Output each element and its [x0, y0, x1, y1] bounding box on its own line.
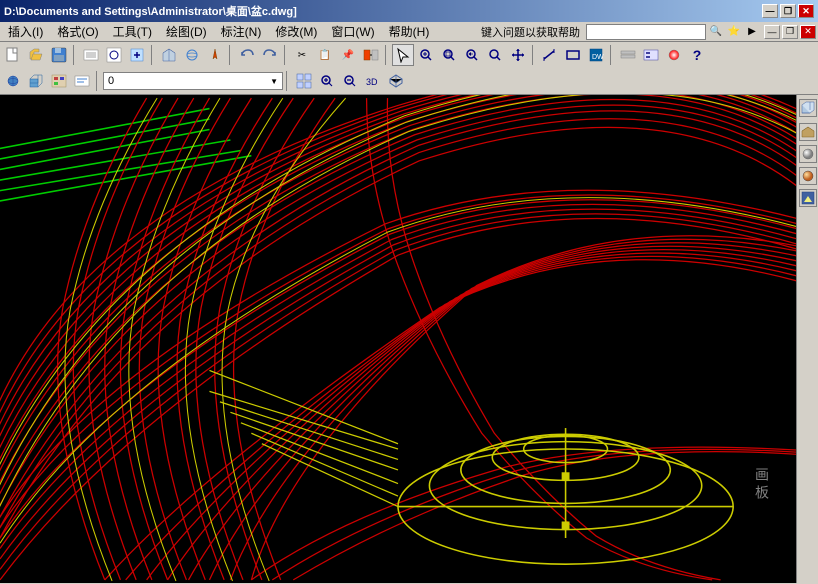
menu-restore-button[interactable]: ❐ [782, 25, 798, 39]
cad-drawing [0, 95, 796, 583]
zoom-previous[interactable] [461, 44, 483, 66]
color-button[interactable] [663, 44, 685, 66]
publish-button[interactable] [126, 44, 148, 66]
orbit-button[interactable] [181, 44, 203, 66]
search-nav-button[interactable]: ▶ [744, 24, 760, 40]
zoom-realtime[interactable] [415, 44, 437, 66]
menu-insert[interactable]: 插入(I) [2, 22, 49, 41]
menu-window[interactable]: 窗口(W) [325, 22, 380, 41]
view-shade-button[interactable] [799, 145, 817, 163]
save-button[interactable] [48, 44, 70, 66]
menu-help[interactable]: 帮助(H) [383, 22, 436, 41]
separator-7 [610, 45, 614, 65]
menu-bar: 插入(I) 格式(O) 工具(T) 绘图(D) 标注(N) 修改(M) 窗口(W… [0, 22, 818, 42]
3dview-top[interactable]: 3D [362, 70, 384, 92]
menu-tools[interactable]: 工具(T) [107, 22, 158, 41]
menu-min-button[interactable]: — [764, 25, 780, 39]
search-fav-button[interactable]: ⭐ [726, 24, 742, 40]
nav-button[interactable] [204, 44, 226, 66]
svg-text:DW: DW [592, 54, 604, 61]
cad-canvas[interactable]: 画板 [0, 95, 796, 583]
restore-button[interactable]: ❐ [780, 4, 796, 18]
block-button[interactable] [25, 70, 47, 92]
area-button[interactable] [562, 44, 584, 66]
separator-2 [151, 45, 155, 65]
zoom-extent[interactable] [484, 44, 506, 66]
cut-button[interactable]: ✂ [291, 44, 313, 66]
title-bar: D:\Documents and Settings\Administrator\… [0, 0, 818, 22]
view-material-button[interactable] [799, 167, 817, 185]
plot-button[interactable] [80, 44, 102, 66]
dwf-button[interactable]: DW [585, 44, 607, 66]
toolbar-row-2: 0 ▼ 3D [0, 68, 818, 94]
view-render-button[interactable] [799, 189, 817, 207]
matchprop-button[interactable] [360, 44, 382, 66]
separator-4 [284, 45, 288, 65]
search-hint: 键入问题以获取帮助 [481, 24, 584, 40]
zoom-window[interactable] [438, 44, 460, 66]
menu-draw[interactable]: 绘图(D) [160, 22, 213, 41]
menu-close-button[interactable]: ✕ [800, 25, 816, 39]
paste-button[interactable]: 📌 [337, 44, 359, 66]
zoom-in[interactable] [316, 70, 338, 92]
layer-dropdown[interactable]: 0 ▼ [103, 72, 283, 90]
undo-button[interactable] [236, 44, 258, 66]
toolbar-area: ✂ 📋 📌 DW [0, 42, 818, 95]
minimize-button[interactable]: — [762, 4, 778, 18]
redo-button[interactable] [259, 44, 281, 66]
preview-button[interactable] [103, 44, 125, 66]
palette-button[interactable] [48, 70, 70, 92]
layer-prop-button[interactable] [640, 44, 662, 66]
separator-3 [229, 45, 233, 65]
view-3d-button[interactable] [799, 123, 817, 141]
separator-5 [385, 45, 389, 65]
title-buttons: — ❐ ✕ [762, 4, 814, 18]
view3d-button[interactable] [158, 44, 180, 66]
field-button[interactable] [71, 70, 93, 92]
named-view[interactable] [293, 70, 315, 92]
open-button[interactable] [25, 44, 47, 66]
separator-8 [96, 71, 100, 91]
help-button[interactable]: ? [686, 44, 708, 66]
view-cube-button[interactable] [799, 99, 817, 117]
menu-format[interactable]: 格式(O) [51, 22, 104, 41]
right-panel [796, 95, 818, 583]
search-button[interactable]: 🔍 [708, 24, 724, 40]
svg-text:3D: 3D [366, 77, 378, 87]
main-content: 画板 [0, 95, 818, 583]
cursor-button[interactable] [392, 44, 414, 66]
search-input[interactable] [586, 24, 706, 40]
title-text: D:\Documents and Settings\Administrator\… [4, 3, 297, 19]
separator-1 [73, 45, 77, 65]
separator-9 [286, 71, 290, 91]
dist-button[interactable] [539, 44, 561, 66]
menu-dimension[interactable]: 标注(N) [215, 22, 268, 41]
world-button[interactable] [2, 70, 24, 92]
view-isometric[interactable] [385, 70, 407, 92]
close-button[interactable]: ✕ [798, 4, 814, 18]
copy-button[interactable]: 📋 [314, 44, 336, 66]
toolbar-row-1: ✂ 📋 📌 DW [0, 42, 818, 68]
menu-modify[interactable]: 修改(M) [269, 22, 323, 41]
new-button[interactable] [2, 44, 24, 66]
layer-button[interactable] [617, 44, 639, 66]
side-label: 画板 [752, 467, 772, 503]
pan-button[interactable] [507, 44, 529, 66]
zoom-out[interactable] [339, 70, 361, 92]
separator-6 [532, 45, 536, 65]
